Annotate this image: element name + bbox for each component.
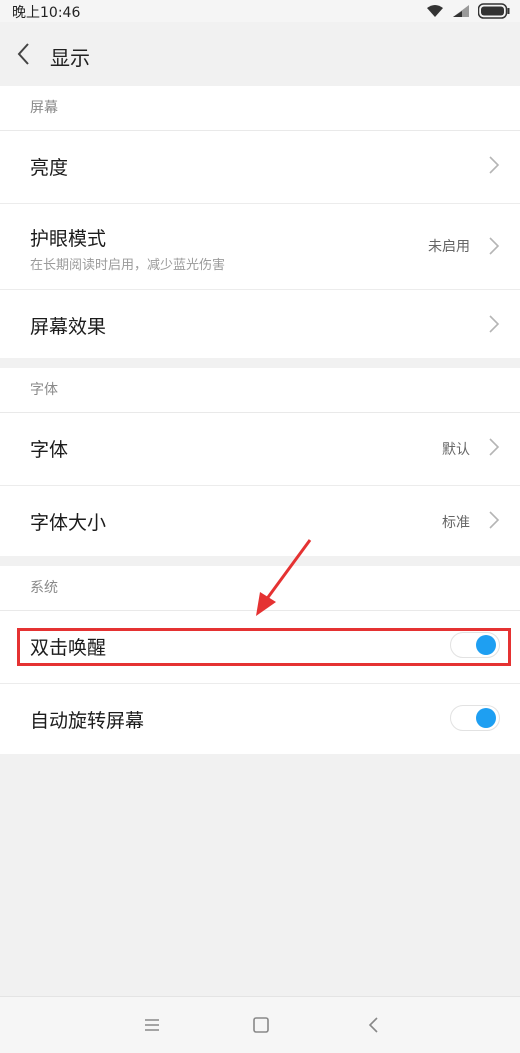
item-subtitle: 在长期阅读时启用，减少蓝光伤害	[30, 258, 226, 273]
settings-item-font[interactable]: 字体 默认	[0, 413, 520, 486]
section-screen: 屏幕 亮度 护眼模式 在长期阅读时启用，减少蓝光伤害 未启用 屏幕效果	[0, 86, 520, 358]
section-font: 字体 字体 默认 字体大小 标准	[0, 368, 520, 556]
title-bar: 显示	[0, 22, 520, 86]
wifi-icon	[427, 5, 443, 17]
back-button[interactable]	[10, 36, 38, 72]
home-icon[interactable]	[249, 1013, 273, 1037]
item-value: 默认	[442, 442, 470, 458]
item-label: 护眼模式	[30, 228, 107, 250]
page-title: 显示	[50, 46, 90, 70]
highlight-box	[17, 628, 511, 666]
menu-icon[interactable]	[140, 1013, 164, 1037]
item-label: 亮度	[30, 157, 69, 179]
nav-bar	[0, 996, 520, 1053]
chevron-right-icon	[489, 237, 500, 255]
status-time: 晚上10:46	[12, 5, 81, 21]
battery-icon	[478, 3, 510, 19]
back-icon[interactable]	[362, 1013, 386, 1037]
status-bar: 晚上10:46	[0, 0, 520, 22]
settings-item-eye-care[interactable]: 护眼模式 在长期阅读时启用，减少蓝光伤害 未启用	[0, 204, 520, 290]
settings-item-auto-rotate[interactable]: 自动旋转屏幕	[0, 684, 520, 754]
item-value: 标准	[442, 515, 470, 531]
chevron-right-icon	[489, 438, 500, 456]
section-header: 屏幕	[0, 86, 520, 131]
status-icons	[426, 3, 510, 19]
annotation-arrow-icon	[256, 539, 312, 616]
chevron-right-icon	[489, 315, 500, 333]
item-label: 屏幕效果	[30, 316, 107, 338]
item-label: 自动旋转屏幕	[30, 710, 145, 732]
chevron-right-icon	[489, 156, 500, 174]
item-label: 字体大小	[30, 512, 107, 534]
auto-rotate-toggle[interactable]	[450, 705, 500, 731]
item-value: 未启用	[428, 239, 470, 255]
toggle-knob	[476, 708, 496, 728]
back-arrow-icon	[17, 43, 29, 65]
chevron-right-icon	[489, 511, 500, 529]
section-header: 字体	[0, 368, 520, 413]
settings-item-screen-effect[interactable]: 屏幕效果	[0, 290, 520, 358]
item-label: 字体	[30, 439, 69, 461]
signal-icon	[453, 5, 469, 17]
settings-item-brightness[interactable]: 亮度	[0, 131, 520, 204]
